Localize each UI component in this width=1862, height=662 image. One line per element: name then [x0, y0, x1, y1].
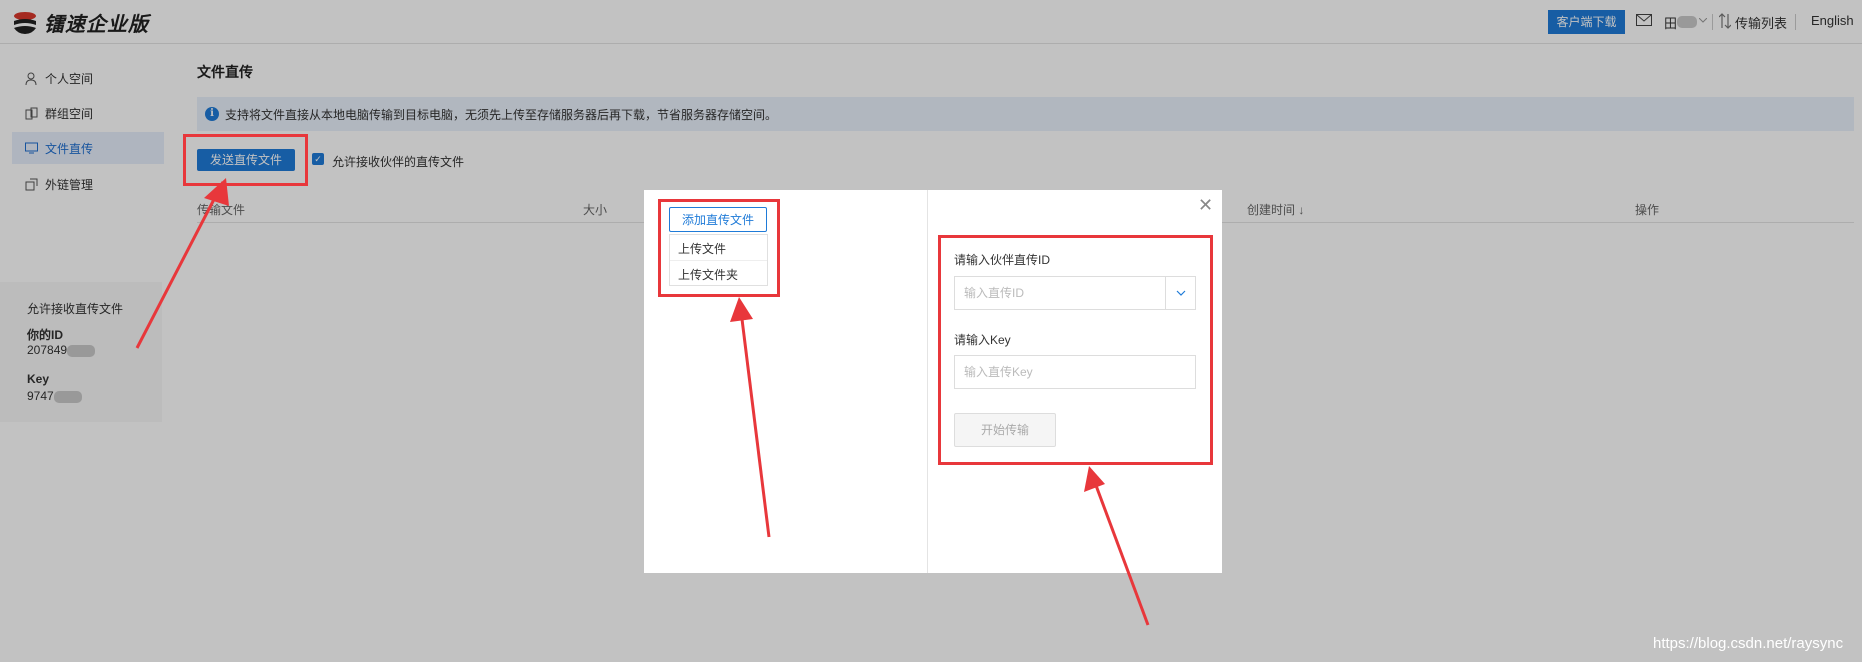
annotation-arrows: [135, 178, 1150, 626]
annotation-arrow-send: [135, 181, 225, 349]
annotation-arrow-add: [738, 302, 771, 538]
watermark: https://blog.csdn.net/raysync: [1653, 635, 1844, 652]
annotation-arrow-form: [1089, 471, 1150, 626]
